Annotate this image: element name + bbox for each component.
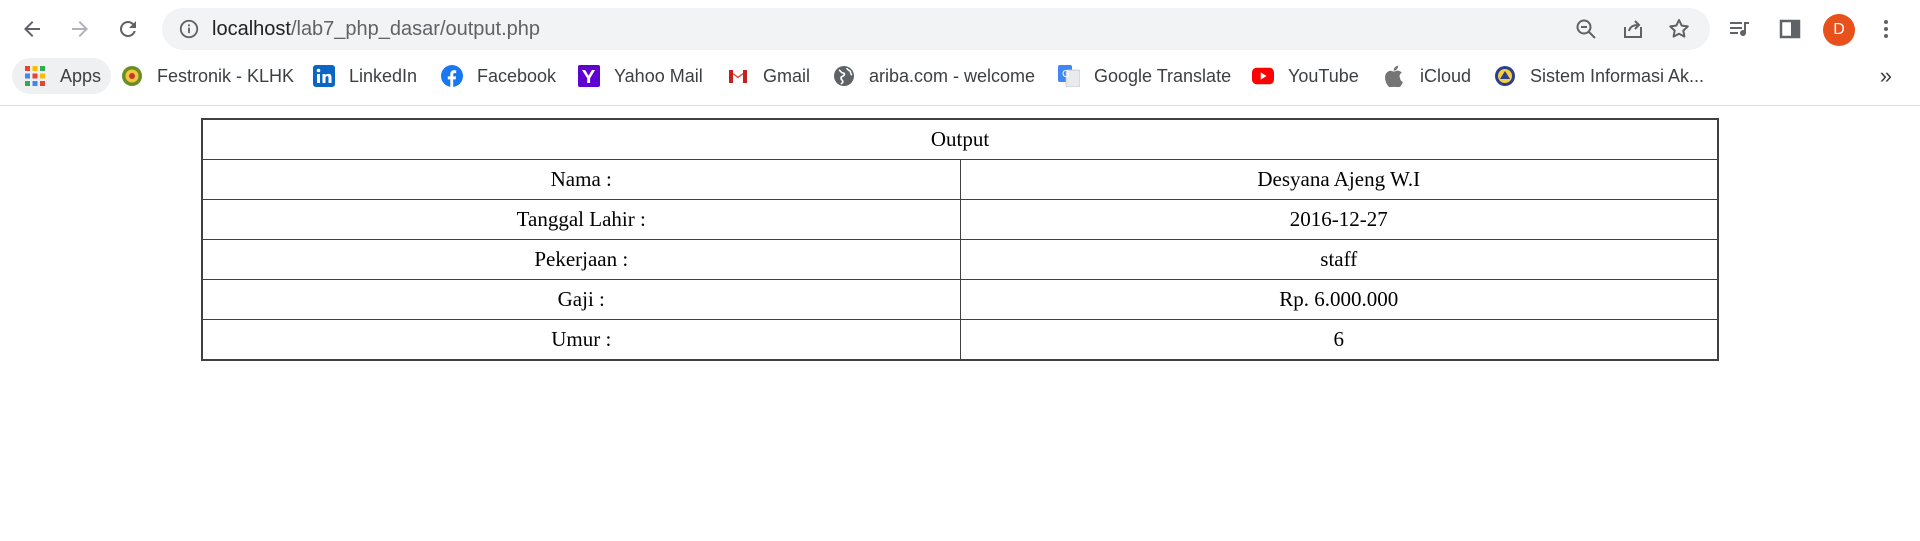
site-info-icon[interactable] — [178, 18, 200, 40]
navigation-bar: localhost/lab7_php_dasar/output.php D — [0, 0, 1920, 58]
bookmark-label: Google Translate — [1094, 65, 1232, 86]
forward-arrow-icon — [72, 21, 88, 37]
url-host: localhost — [212, 18, 291, 40]
bookmark-linkedin[interactable]: LinkedIn — [313, 58, 417, 94]
row-label: Gaji : — [201, 279, 961, 320]
table-row: Umur : 6 — [201, 319, 1719, 361]
bookmark-star-icon[interactable] — [1667, 17, 1691, 41]
youtube-icon — [1252, 65, 1274, 87]
bookmark-google-translate[interactable]: G Google Translate — [1058, 58, 1231, 94]
reload-icon — [120, 20, 136, 37]
row-label: Umur : — [201, 319, 961, 361]
bookmarks-bar: Apps Festronik - KLHK LinkedIn Facebook … — [0, 58, 1920, 104]
table-row: Tanggal Lahir : 2016-12-27 — [201, 199, 1719, 240]
linkedin-icon — [313, 65, 335, 87]
bookmark-label: Yahoo Mail — [614, 65, 703, 86]
bookmark-label: Apps — [60, 65, 102, 86]
forward-button[interactable] — [62, 11, 98, 47]
apps-grid-icon — [24, 65, 46, 87]
university-seal-icon — [1494, 65, 1516, 87]
share-icon[interactable] — [1621, 17, 1645, 41]
page-content: Output Nama : Desyana Ajeng W.I Tanggal … — [0, 106, 1920, 541]
bookmark-label: Sistem Informasi Ak... — [1530, 65, 1705, 86]
bookmark-sistem-informasi[interactable]: Sistem Informasi Ak... — [1494, 58, 1704, 94]
url-text[interactable]: localhost/lab7_php_dasar/output.php — [212, 8, 540, 50]
kebab-menu-icon[interactable] — [1874, 17, 1898, 41]
gmail-icon — [727, 65, 749, 87]
globe-icon — [833, 65, 855, 87]
bookmark-gmail[interactable]: Gmail — [727, 58, 810, 94]
row-label: Nama : — [201, 159, 961, 200]
back-button[interactable] — [14, 11, 50, 47]
row-label: Pekerjaan : — [201, 239, 961, 280]
bookmark-ariba[interactable]: ariba.com - welcome — [833, 58, 1035, 94]
table-row: Gaji : Rp. 6.000.000 — [201, 279, 1719, 320]
back-arrow-icon — [24, 21, 40, 37]
table-row: Nama : Desyana Ajeng W.I — [201, 159, 1719, 200]
profile-avatar[interactable]: D — [1823, 14, 1855, 46]
output-table: Output Nama : Desyana Ajeng W.I Tanggal … — [201, 118, 1719, 361]
bookmark-apps[interactable]: Apps — [12, 58, 112, 94]
facebook-icon — [441, 65, 463, 87]
bookmark-festronik[interactable]: Festronik - KLHK — [121, 58, 294, 94]
browser-chrome: localhost/lab7_php_dasar/output.php D Ap… — [0, 0, 1920, 106]
bookmark-label: YouTube — [1288, 65, 1359, 86]
reload-button[interactable] — [110, 11, 146, 47]
svg-text:G: G — [1062, 69, 1070, 80]
google-translate-icon: G — [1058, 65, 1080, 87]
bookmark-label: Gmail — [763, 65, 811, 86]
bookmark-label: Festronik - KLHK — [157, 65, 295, 86]
side-panel-icon[interactable] — [1778, 17, 1802, 41]
table-row: Pekerjaan : staff — [201, 239, 1719, 280]
bookmark-facebook[interactable]: Facebook — [441, 58, 556, 94]
row-label: Tanggal Lahir : — [201, 199, 961, 240]
address-bar[interactable]: localhost/lab7_php_dasar/output.php — [162, 8, 1710, 50]
bookmark-youtube[interactable]: YouTube — [1252, 58, 1359, 94]
row-value: staff — [959, 239, 1719, 280]
zoom-icon[interactable] — [1574, 17, 1598, 41]
table-title: Output — [201, 118, 1719, 160]
bookmark-yahoo-mail[interactable]: Yahoo Mail — [578, 58, 703, 94]
row-value: Rp. 6.000.000 — [959, 279, 1719, 320]
apple-icon — [1384, 65, 1406, 87]
row-value: Desyana Ajeng W.I — [959, 159, 1719, 200]
bookmark-label: iCloud — [1420, 65, 1472, 86]
klhk-logo-icon — [121, 65, 143, 87]
bookmark-label: ariba.com - welcome — [869, 65, 1036, 86]
bookmark-label: Facebook — [477, 65, 557, 86]
yahoo-icon — [578, 65, 600, 87]
row-value: 6 — [959, 319, 1719, 361]
reading-list-icon[interactable] — [1728, 17, 1752, 41]
row-value: 2016-12-27 — [959, 199, 1719, 240]
table-header-row: Output — [201, 118, 1719, 160]
more-bookmarks-button[interactable]: » — [1880, 58, 1892, 94]
bookmark-label: LinkedIn — [349, 65, 418, 86]
bookmark-icloud[interactable]: iCloud — [1384, 58, 1471, 94]
url-path: /lab7_php_dasar/output.php — [290, 18, 541, 40]
